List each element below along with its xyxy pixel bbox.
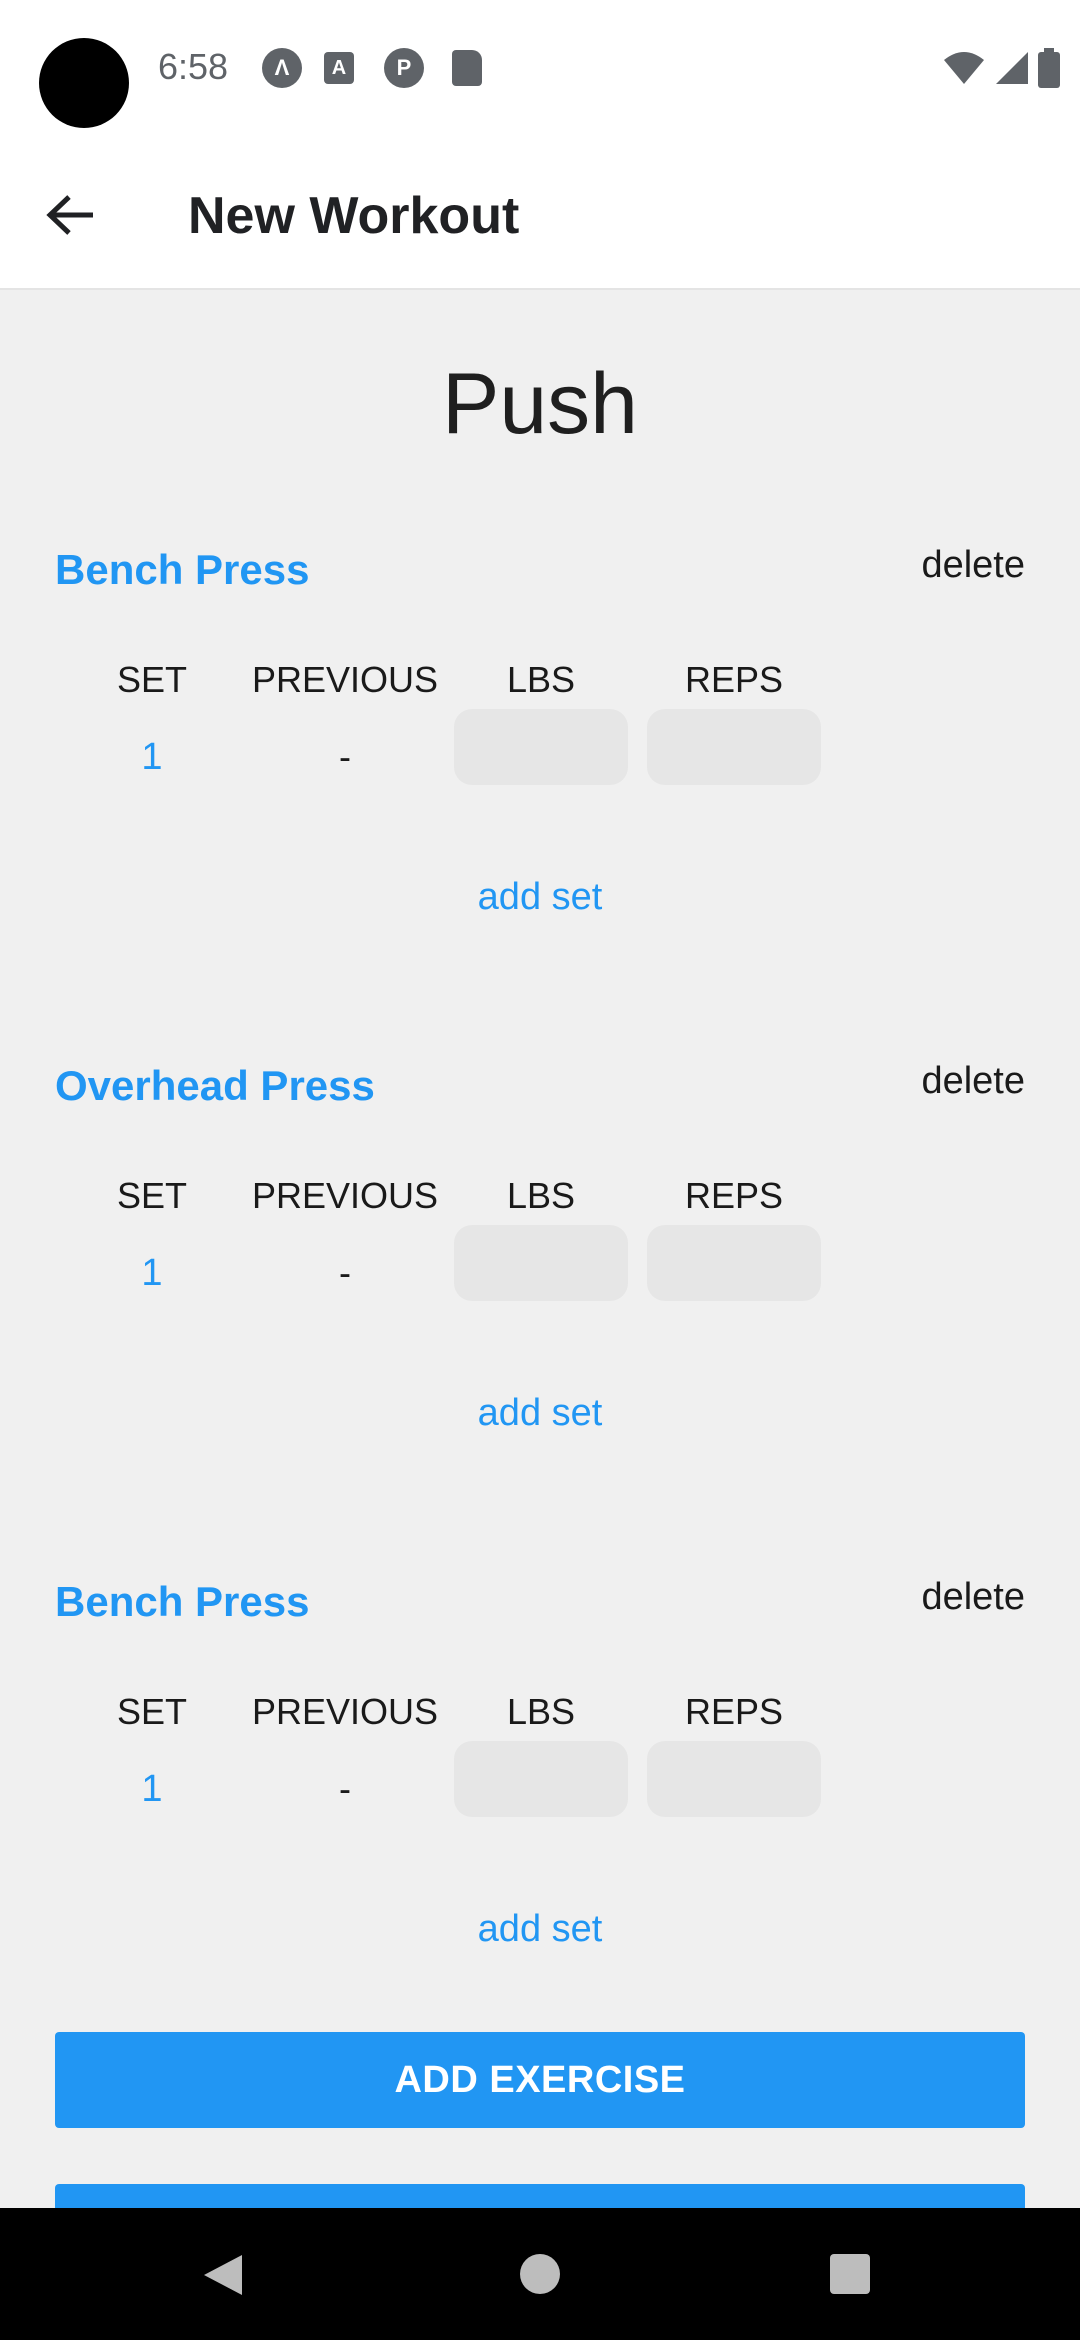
set-number: 1 xyxy=(141,1768,163,1810)
exercise-card: Overhead Press delete SET PREVIOUS LBS R… xyxy=(0,1060,1080,1572)
app-bar: New Workout xyxy=(0,140,1080,290)
lbs-input[interactable] xyxy=(454,709,628,785)
previous-value: - xyxy=(339,736,351,777)
set-number: 1 xyxy=(141,736,163,778)
column-header-reps: REPS xyxy=(684,659,784,700)
column-header-set: SET xyxy=(116,1691,187,1732)
exercise-name[interactable]: Overhead Press xyxy=(55,1062,375,1110)
column-header-previous: PREVIOUS xyxy=(251,1691,439,1732)
signal-icon xyxy=(996,52,1028,84)
status-bar: 6:58 Λ A P xyxy=(0,0,1080,140)
previous-value: - xyxy=(339,1252,351,1293)
lbs-input[interactable] xyxy=(454,1225,628,1301)
page-title: New Workout xyxy=(188,187,520,245)
lbs-input[interactable] xyxy=(454,1741,628,1817)
arrow-back-icon xyxy=(46,195,93,235)
reps-input[interactable] xyxy=(647,1741,821,1817)
sd-card-icon xyxy=(452,50,482,86)
previous-value: - xyxy=(339,1768,351,1809)
delete-exercise-button[interactable]: delete xyxy=(921,1576,1025,1619)
set-number: 1 xyxy=(141,1252,163,1294)
column-header-lbs: LBS xyxy=(506,1175,576,1216)
column-header-lbs: LBS xyxy=(506,1691,576,1732)
reps-input[interactable] xyxy=(647,1225,821,1301)
delete-exercise-button[interactable]: delete xyxy=(921,1060,1025,1103)
nav-back-icon[interactable] xyxy=(200,2253,244,2297)
status-right-icons xyxy=(942,48,1060,88)
status-time: 6:58 xyxy=(158,46,229,87)
battery-icon xyxy=(1038,48,1060,88)
exercise-name[interactable]: Bench Press xyxy=(55,1578,309,1626)
back-button[interactable] xyxy=(30,175,110,255)
column-header-reps: REPS xyxy=(684,1691,784,1732)
wifi-icon xyxy=(944,52,984,84)
camera-cutout xyxy=(39,38,129,128)
font-a-icon: A xyxy=(324,52,354,84)
exercise-name[interactable]: Bench Press xyxy=(55,546,309,594)
exercise-card: Bench Press delete SET PREVIOUS LBS REPS… xyxy=(0,544,1080,1056)
column-header-set: SET xyxy=(116,659,187,700)
p-icon: P xyxy=(384,48,424,88)
column-header-lbs: LBS xyxy=(506,659,576,700)
exercise-card: Bench Press delete SET PREVIOUS LBS REPS… xyxy=(0,1576,1080,2088)
column-header-previous: PREVIOUS xyxy=(251,1175,439,1216)
add-set-button[interactable]: add set xyxy=(0,1908,1080,1951)
add-exercise-button[interactable]: ADD EXERCISE xyxy=(55,2032,1025,2128)
add-set-button[interactable]: add set xyxy=(0,876,1080,919)
column-header-reps: REPS xyxy=(684,1175,784,1216)
nav-home-icon[interactable] xyxy=(520,2254,560,2294)
app-a-icon: Λ xyxy=(262,48,302,88)
delete-exercise-button[interactable]: delete xyxy=(921,544,1025,587)
add-set-button[interactable]: add set xyxy=(0,1392,1080,1435)
column-header-set: SET xyxy=(116,1175,187,1216)
workout-name: Push xyxy=(441,356,639,452)
nav-recents-icon[interactable] xyxy=(830,2254,870,2294)
reps-input[interactable] xyxy=(647,709,821,785)
system-nav-bar xyxy=(0,2208,1080,2340)
column-header-previous: PREVIOUS xyxy=(251,659,439,700)
